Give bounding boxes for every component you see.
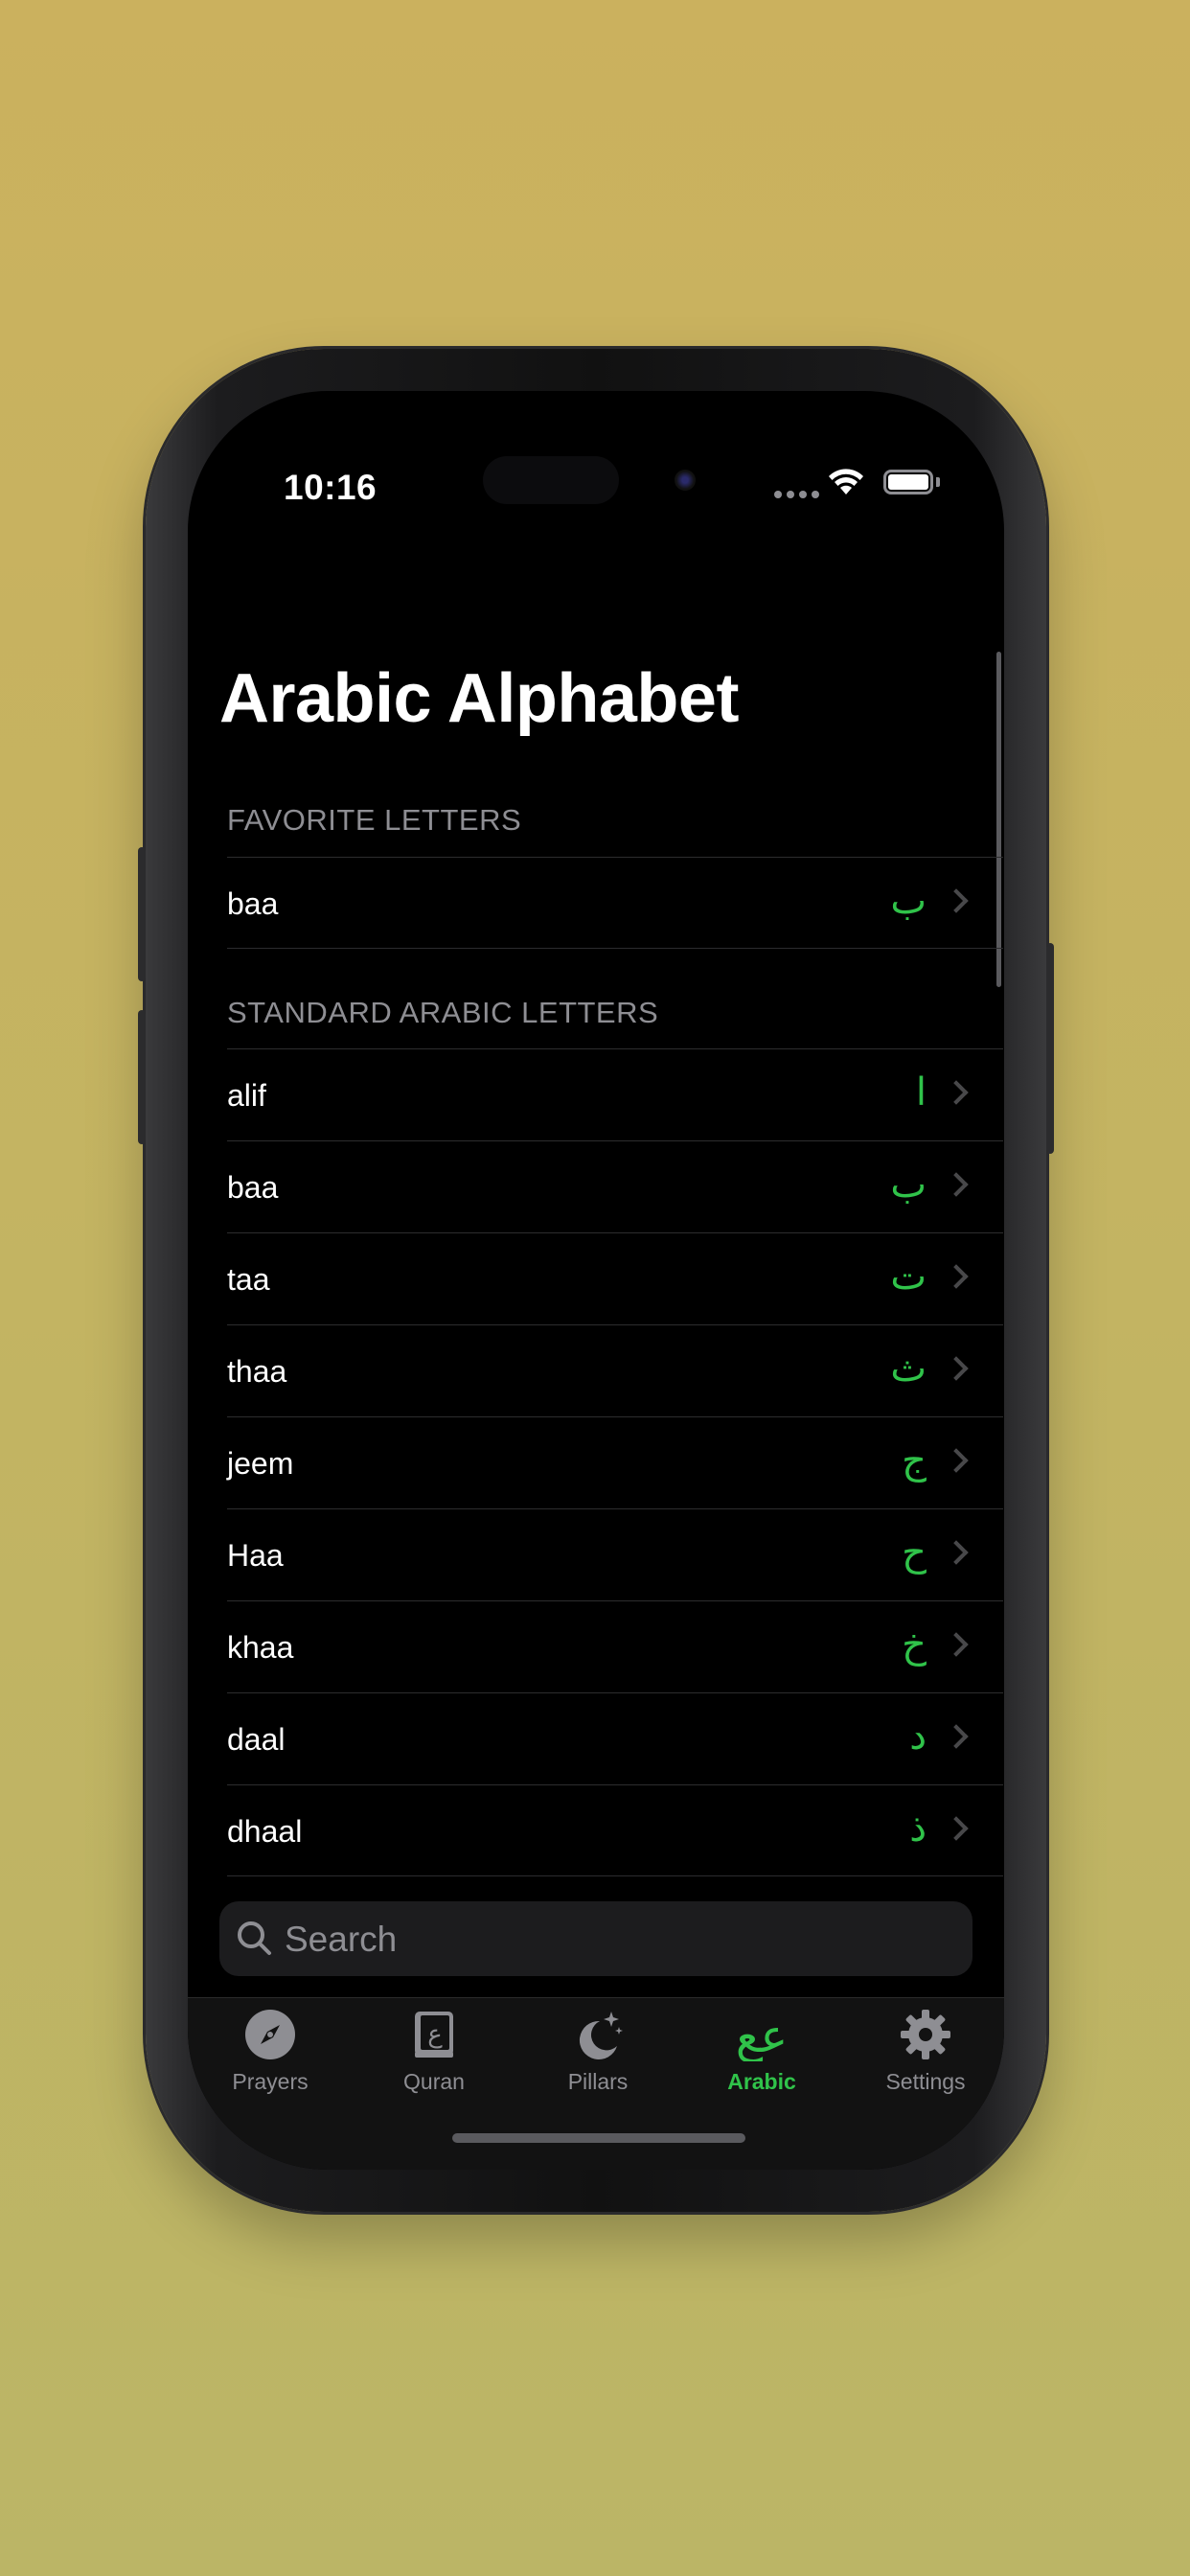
side-button xyxy=(1046,943,1054,1154)
volume-down-button xyxy=(138,1010,146,1144)
tab-label: Prayers xyxy=(232,2069,309,2094)
search-bar[interactable] xyxy=(219,1901,973,1978)
letter-row-thaa[interactable]: thaa ث xyxy=(227,1324,1003,1416)
favorite-letter-row[interactable]: baa ب xyxy=(227,857,1003,949)
svg-text:ع: ع xyxy=(427,2020,443,2049)
arabic-letter: ت xyxy=(890,1254,927,1299)
battery-icon xyxy=(883,470,933,494)
letter-name: baa xyxy=(227,1170,279,1205)
arabic-letter: ا xyxy=(915,1070,927,1115)
letter-name: baa xyxy=(227,886,279,921)
status-time: 10:16 xyxy=(284,468,378,507)
dynamic-island xyxy=(483,456,619,504)
tab-bar: Prayers ع Quran Pillars عع Arabic Settin… xyxy=(188,1997,1004,2170)
letter-name: taa xyxy=(227,1262,270,1297)
volume-up-button xyxy=(138,847,146,981)
tab-label: Settings xyxy=(885,2069,966,2094)
chevron-right-icon xyxy=(944,1632,969,1657)
letter-row-khaa[interactable]: khaa خ xyxy=(227,1600,1003,1692)
chevron-right-icon xyxy=(944,1080,969,1105)
letter-name: dhaal xyxy=(227,1814,303,1849)
letter-row-haa[interactable]: Haa ح xyxy=(227,1508,1003,1600)
arabic-letter: ب xyxy=(890,1162,927,1207)
tab-pillars[interactable]: Pillars xyxy=(521,2008,675,2113)
letter-name: Haa xyxy=(227,1538,284,1573)
arabic-letter: ج xyxy=(902,1438,927,1483)
tab-label: Pillars xyxy=(567,2069,629,2094)
arabic-letter: ب xyxy=(890,879,927,923)
favorites-section-header: FAVORITE LETTERS xyxy=(227,803,522,837)
letter-row-daal[interactable]: daal د xyxy=(227,1692,1003,1784)
search-icon xyxy=(238,1921,271,1955)
page-title: Arabic Alphabet xyxy=(219,660,739,737)
arabic-letter: خ xyxy=(902,1622,927,1667)
camera-icon xyxy=(675,470,696,491)
chevron-right-icon xyxy=(944,1724,969,1749)
phone-frame: 10:16 Arabic Alphabet FAVORITE LETTERS b… xyxy=(138,349,1054,2212)
chevron-right-icon xyxy=(944,888,969,913)
chevron-right-icon xyxy=(944,1172,969,1197)
moon-stars-icon xyxy=(579,2012,623,2059)
arabic-letter: ذ xyxy=(909,1806,927,1851)
standard-section-header: STANDARD ARABIC LETTERS xyxy=(227,996,659,1029)
gear-icon xyxy=(901,2010,950,2059)
chevron-right-icon xyxy=(944,1540,969,1565)
tab-arabic[interactable]: عع Arabic xyxy=(685,2008,838,2113)
arabic-letters-icon: عع xyxy=(736,2010,788,2061)
letter-row-jeem[interactable]: jeem ج xyxy=(227,1416,1003,1508)
letter-row-alif[interactable]: alif ا xyxy=(227,1048,1003,1140)
wifi-icon xyxy=(829,469,863,494)
letter-name: thaa xyxy=(227,1354,287,1389)
letter-name: alif xyxy=(227,1078,266,1113)
letter-name: jeem xyxy=(227,1446,294,1481)
svg-text:عع: عع xyxy=(736,2010,788,2061)
chevron-right-icon xyxy=(944,1816,969,1841)
tab-label: Quran xyxy=(403,2069,465,2094)
chevron-right-icon xyxy=(944,1264,969,1289)
letter-row-baa[interactable]: baa ب xyxy=(227,1140,1003,1232)
letter-row-dhaal[interactable]: dhaal ذ xyxy=(227,1784,1003,1876)
arabic-letter: د xyxy=(909,1714,927,1759)
screen: 10:16 Arabic Alphabet FAVORITE LETTERS b… xyxy=(188,391,1004,2170)
tab-label: Arabic xyxy=(727,2069,796,2094)
letter-row-taa[interactable]: taa ت xyxy=(227,1232,1003,1324)
chevron-right-icon xyxy=(944,1448,969,1473)
tab-settings[interactable]: Settings xyxy=(849,2008,1002,2113)
search-input[interactable] xyxy=(283,1901,957,1978)
cellular-signal-icon xyxy=(774,491,819,498)
battery-tip xyxy=(936,477,940,487)
compass-icon xyxy=(245,2010,295,2059)
arabic-letter: ح xyxy=(902,1530,927,1575)
chevron-right-icon xyxy=(944,1356,969,1381)
book-icon: ع xyxy=(415,2012,453,2058)
letter-name: khaa xyxy=(227,1630,294,1665)
letter-name: daal xyxy=(227,1722,286,1757)
tab-quran[interactable]: ع Quran xyxy=(357,2008,511,2113)
arabic-letter: ث xyxy=(890,1346,927,1391)
tab-prayers[interactable]: Prayers xyxy=(194,2008,347,2113)
home-indicator[interactable] xyxy=(452,2133,745,2143)
